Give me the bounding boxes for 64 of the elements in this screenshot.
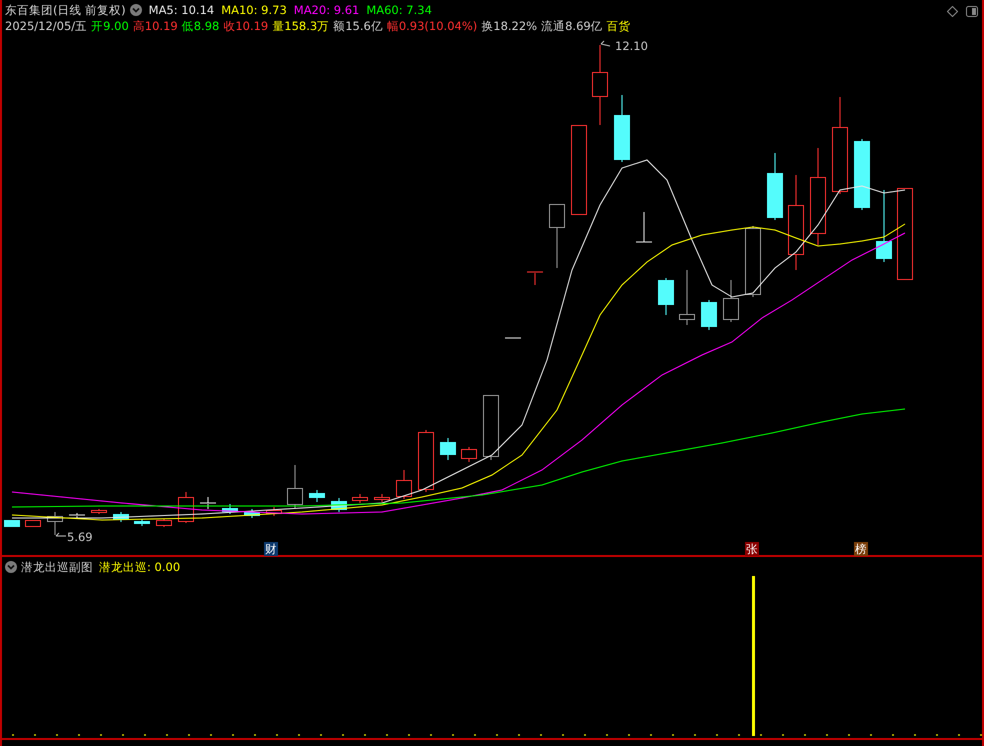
quote-value: 开9.00 xyxy=(91,18,129,34)
ma-value: MA20: 9.61 xyxy=(294,2,360,18)
candlestick xyxy=(701,300,717,330)
candlestick xyxy=(658,278,674,316)
event-tag[interactable]: 张 xyxy=(745,542,759,556)
event-tag[interactable]: 榜 xyxy=(854,542,868,556)
quote-value: 流通8.69亿 xyxy=(541,18,603,34)
quote-value: 量158.3万 xyxy=(272,18,330,34)
candlestick xyxy=(723,280,739,322)
candlestick xyxy=(440,438,456,460)
candlestick xyxy=(504,338,522,340)
candlestick xyxy=(396,470,412,500)
candlestick xyxy=(767,152,783,220)
ma-value: MA5: 10.14 xyxy=(148,2,214,18)
candlestick xyxy=(134,518,150,526)
candlestick xyxy=(266,506,282,516)
candlestick xyxy=(526,272,544,286)
price-label: 12.10 xyxy=(615,39,648,53)
candlestick xyxy=(418,430,434,492)
candlestick xyxy=(68,512,86,518)
dropdown-icon[interactable] xyxy=(130,4,142,16)
stock-title: 东百集团(日线 前复权) xyxy=(5,2,126,18)
candlestick xyxy=(461,446,477,462)
leader-line xyxy=(600,40,610,46)
candlestick xyxy=(156,518,172,528)
candlestick xyxy=(352,494,368,504)
candlestick xyxy=(745,226,761,298)
indicator-value: 潜龙出巡: 0.00 xyxy=(99,558,180,576)
quote-value: 百货 xyxy=(606,18,631,34)
candlestick xyxy=(91,508,107,514)
event-tag[interactable]: 财 xyxy=(264,542,278,556)
price-label: 5.69 xyxy=(67,530,93,544)
candlestick xyxy=(113,512,129,522)
candlestick xyxy=(178,492,194,524)
sub-chart-title: 潜龙出巡副图 xyxy=(21,558,93,576)
quote-value: 换18.22% xyxy=(481,18,538,34)
dropdown-icon[interactable] xyxy=(5,561,17,573)
candlestick xyxy=(679,270,695,326)
ma-value: MA10: 9.73 xyxy=(221,2,287,18)
candlestick xyxy=(483,394,499,460)
candlestick xyxy=(374,494,390,502)
leader-line xyxy=(56,532,66,536)
diamond-icon[interactable] xyxy=(947,6,958,17)
candlestick xyxy=(854,138,870,210)
candlestick xyxy=(200,496,216,510)
candlestick xyxy=(4,520,20,528)
panel-toggle-icon[interactable] xyxy=(966,6,978,17)
quote-value: 2025/12/05/五 xyxy=(5,18,88,34)
quote-value: 低8.98 xyxy=(182,18,220,34)
candlestick xyxy=(25,520,41,528)
candlestick xyxy=(244,508,260,518)
quote-value: 额15.6亿 xyxy=(333,18,383,34)
candlestick xyxy=(222,504,238,514)
candlestick xyxy=(549,204,565,268)
quote-value: 收10.19 xyxy=(223,18,268,34)
candlestick xyxy=(47,512,63,536)
quote-value: 高10.19 xyxy=(132,18,178,34)
quote-value: 幅0.93(10.04%) xyxy=(386,18,478,34)
ma-value: MA60: 7.34 xyxy=(366,2,432,18)
candlestick xyxy=(287,464,303,508)
candlestick xyxy=(331,498,347,512)
candlestick xyxy=(636,212,652,244)
candlestick xyxy=(614,94,630,162)
candlestick xyxy=(309,490,325,502)
